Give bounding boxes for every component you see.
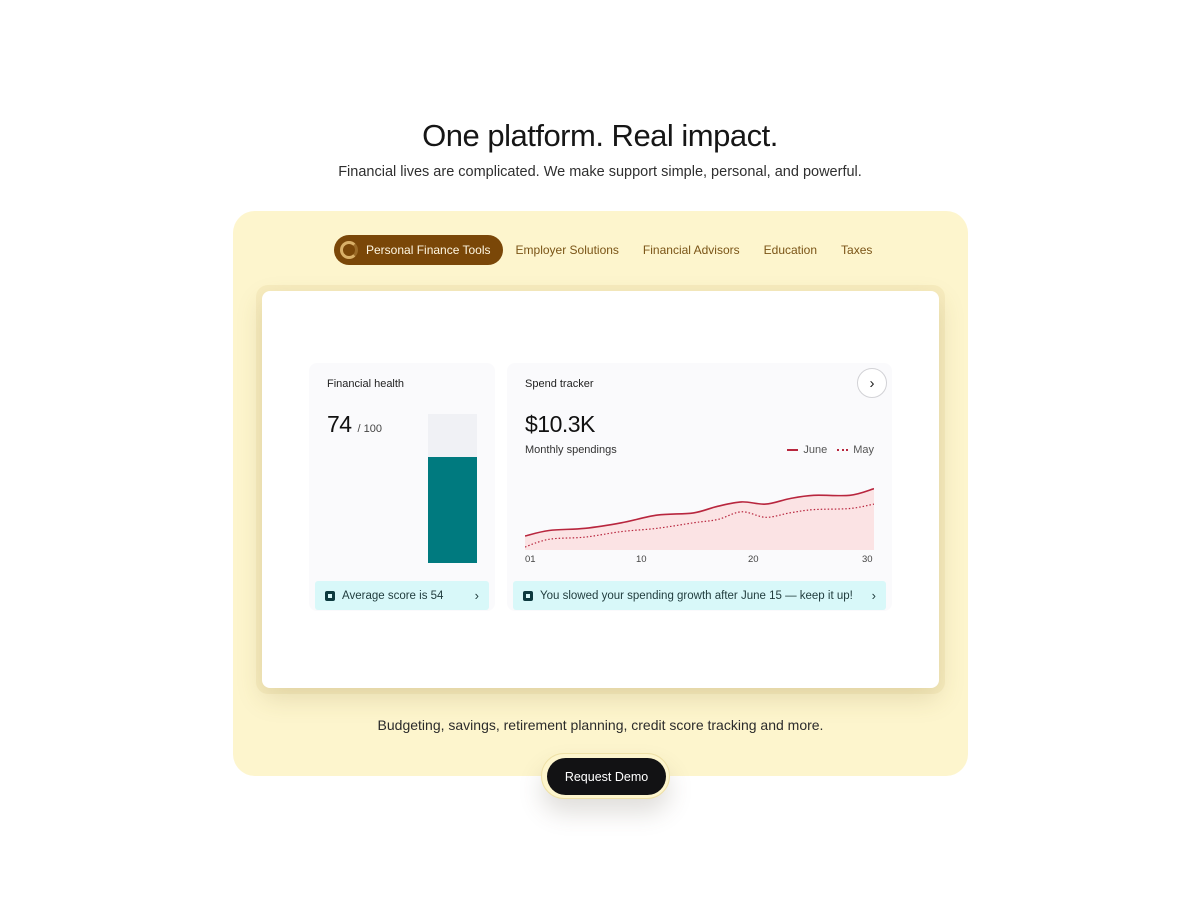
preview-frame: Financial health 74 / 100 Average score … [256, 285, 945, 694]
chevron-right-icon: › [869, 374, 875, 392]
insight-icon [325, 590, 335, 601]
ring-icon [340, 241, 358, 259]
spend-subtitle: Monthly spendings [525, 444, 617, 456]
next-button[interactable]: › [857, 368, 887, 398]
x-tick: 10 [636, 554, 647, 565]
insight-icon [523, 590, 533, 601]
tab-education[interactable]: Education [764, 243, 817, 257]
hero: One platform. Real impact. Financial liv… [0, 118, 1200, 180]
page-title: One platform. Real impact. [422, 118, 778, 153]
legend-swatch-may [837, 449, 849, 451]
score-max: / 100 [357, 423, 382, 435]
card-title: Financial health [327, 378, 405, 390]
spend-area [525, 488, 874, 550]
spend-chart [525, 487, 874, 550]
spend-amount: $10.3K [525, 411, 595, 437]
score-bar-track [428, 414, 477, 563]
tab-employer-solutions[interactable]: Employer Solutions [516, 243, 619, 257]
request-demo-button[interactable]: Request Demo [547, 758, 666, 795]
average-score-tip[interactable]: Average score is 54 › [315, 581, 489, 610]
tab-taxes[interactable]: Taxes [841, 243, 872, 257]
tab-financial-advisors[interactable]: Financial Advisors [643, 243, 740, 257]
spend-tracker-card: Spend tracker › $10.3K Monthly spendings… [507, 363, 892, 611]
cta-wrapper: Request Demo [541, 753, 670, 799]
spending-growth-tip[interactable]: You slowed your spending growth after Ju… [513, 581, 886, 610]
legend-swatch-june [787, 449, 799, 451]
tab-personal-finance-tools[interactable]: Personal Finance Tools [334, 235, 503, 265]
x-tick: 01 [525, 554, 536, 565]
health-score: 74 / 100 [327, 411, 382, 438]
score-bar-fill [428, 457, 477, 563]
x-tick: 30 [862, 554, 873, 565]
score-value: 74 [327, 411, 352, 437]
tip-text: Average score is 54 [342, 589, 444, 602]
page-subtitle: Financial lives are complicated. We make… [338, 164, 862, 180]
chevron-right-icon: › [474, 588, 479, 603]
financial-health-card: Financial health 74 / 100 Average score … [309, 363, 495, 611]
chevron-right-icon: › [871, 588, 876, 603]
legend-june: June [803, 444, 828, 456]
x-tick: 20 [748, 554, 759, 565]
tab-label: Personal Finance Tools [366, 243, 491, 257]
product-panel: Personal Finance Tools Employer Solution… [233, 211, 968, 776]
card-title: Spend tracker [525, 378, 594, 390]
preview-screen: Financial health 74 / 100 Average score … [262, 291, 939, 688]
tip-text: You slowed your spending growth after Ju… [540, 589, 853, 602]
tab-bar: Personal Finance Tools Employer Solution… [334, 235, 872, 265]
legend-may: May [853, 444, 874, 456]
chart-legend: June May [787, 444, 874, 456]
panel-description: Budgeting, savings, retirement planning,… [377, 717, 824, 733]
